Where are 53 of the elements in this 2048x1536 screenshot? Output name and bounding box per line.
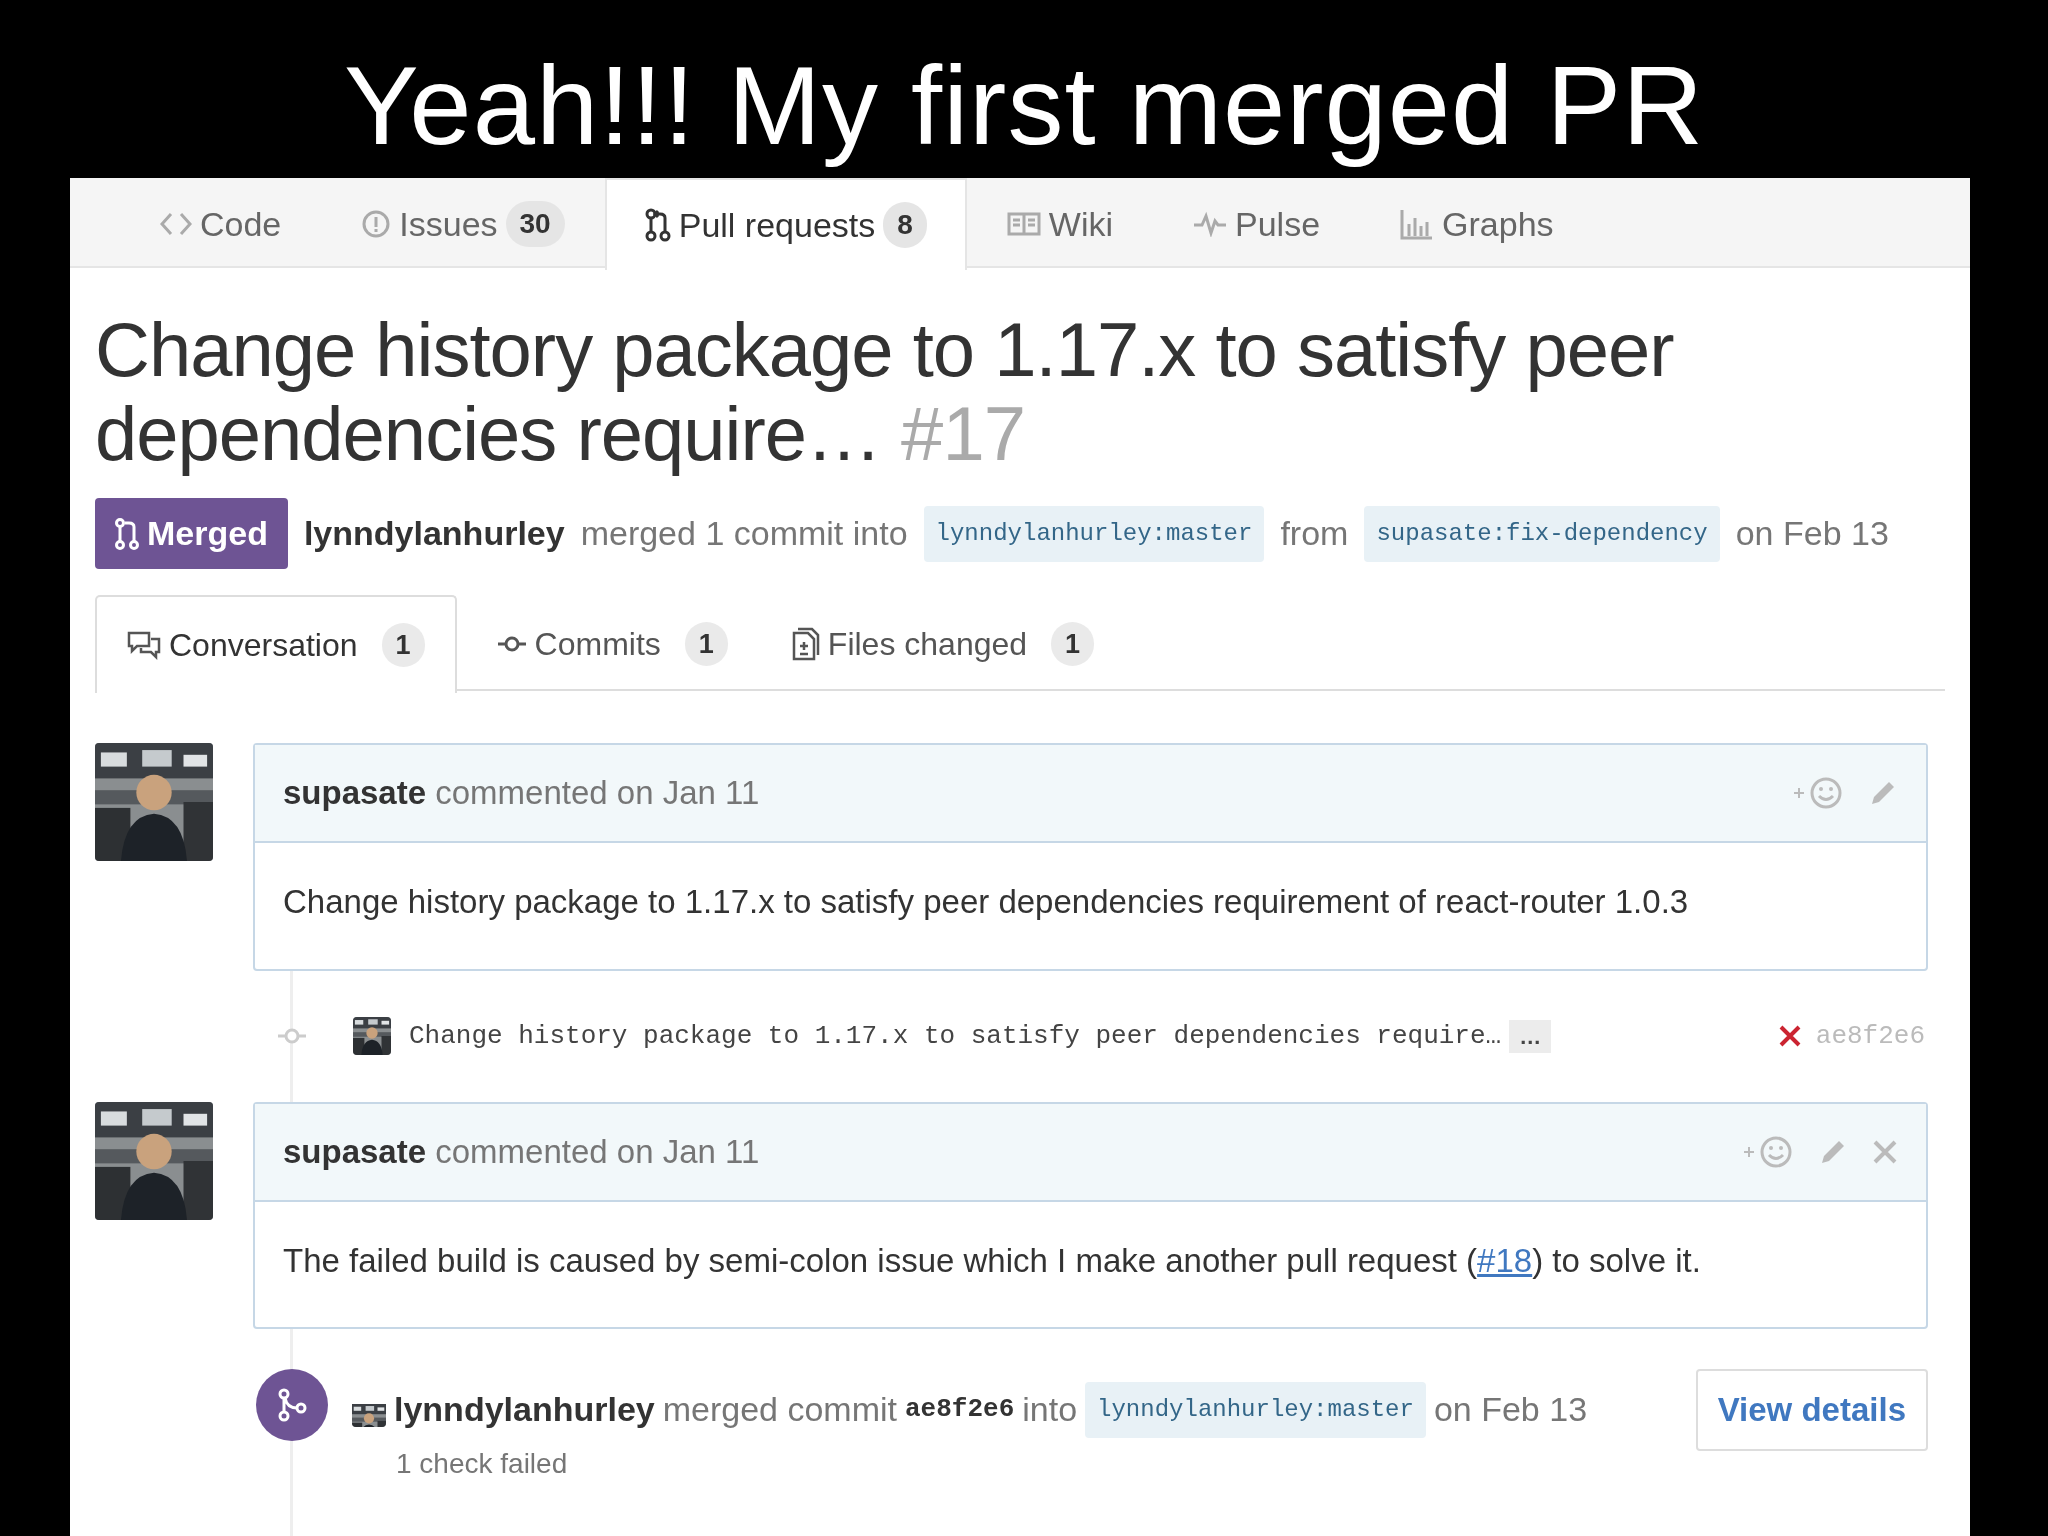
merge-icon xyxy=(277,1388,307,1422)
branch-label[interactable]: lynndylanhurley:master xyxy=(923,505,1265,562)
pull-request-icon xyxy=(115,516,139,551)
pr-number: #17 xyxy=(901,391,1025,476)
speech-bubbles-icon xyxy=(127,630,161,660)
repo-tab[interactable]: Code xyxy=(120,178,322,268)
slide-title: Yeah!!! My first merged PR xyxy=(342,42,1706,170)
file-diff-icon xyxy=(791,627,820,661)
merge-text: merged commit xyxy=(662,1389,897,1431)
branch-label[interactable]: supasate:fix-dependency xyxy=(1364,505,1720,562)
add-reaction-icon xyxy=(1792,776,1844,810)
comment-text: The failed build is caused by semi-colon issue which I make another pull request (#18) to solve it. xyxy=(282,1240,1702,1281)
issue-link[interactable]: #18 xyxy=(1477,1241,1533,1279)
counter-badge: 1 xyxy=(381,622,425,668)
commit-message[interactable]: Change history package to 1.17.x to satisfy peer dependencies require… xyxy=(409,1016,1502,1056)
pr-tab[interactable]: Conversation 1 xyxy=(95,595,457,693)
date-text: on Feb 13 xyxy=(1735,513,1889,554)
commit-sha[interactable]: ae8f2e6 xyxy=(905,1390,1015,1430)
pull-request-icon xyxy=(644,208,671,242)
repo-tab[interactable]: Pulse xyxy=(1153,178,1361,268)
author-name[interactable]: lynndylanhurley xyxy=(303,508,565,559)
pr-tab[interactable]: Commits 1 xyxy=(464,595,760,691)
counter-badge: 1 xyxy=(1051,621,1095,667)
check-status: 1 check failed xyxy=(396,1446,569,1481)
view-details-button[interactable]: View details xyxy=(1695,1369,1928,1451)
merge-text: into xyxy=(1022,1389,1078,1431)
add-reaction-icon xyxy=(1742,1134,1794,1169)
repo-tab[interactable]: Wiki xyxy=(966,178,1154,268)
book-icon xyxy=(1006,211,1041,237)
merge-text: merged 1 commit into xyxy=(580,513,908,554)
repo-tab[interactable]: Issues 30 xyxy=(321,178,605,268)
pr-title: Change history package to 1.17.x to satisfy peer dependencies require… #17 xyxy=(95,308,1675,476)
comment-author: supasate commented on Jan 11 xyxy=(283,773,760,814)
pr-tab[interactable]: Files changed 1 xyxy=(759,595,1127,691)
comment-author: supasate commented on Jan 11 xyxy=(283,1131,760,1172)
date-text: on Feb 13 xyxy=(1433,1389,1588,1431)
author-name[interactable]: lynndylanhurley xyxy=(394,1384,655,1436)
comment-text: Change history package to 1.17.x to satisfy peer dependencies requirement of react-router 1.0.3 xyxy=(282,882,1690,922)
counter-badge: 1 xyxy=(684,621,728,667)
code-icon xyxy=(160,211,192,237)
counter-badge: 30 xyxy=(505,201,565,247)
commit-icon xyxy=(277,1026,307,1046)
pulse-icon xyxy=(1193,211,1228,237)
counter-badge: 8 xyxy=(883,202,927,248)
repo-tab[interactable]: Graphs xyxy=(1360,178,1594,268)
alert-icon xyxy=(361,209,392,239)
ellipsis-button[interactable]: … xyxy=(1509,1019,1552,1053)
commit-icon xyxy=(496,634,527,654)
branch-label[interactable]: lynndylanhurley:master xyxy=(1085,1381,1426,1438)
repo-tab[interactable]: Pull requests 8 xyxy=(604,178,967,270)
bar-chart-icon xyxy=(1400,208,1435,240)
merge-text: from xyxy=(1280,513,1349,554)
merged-badge: Merged xyxy=(95,498,288,569)
